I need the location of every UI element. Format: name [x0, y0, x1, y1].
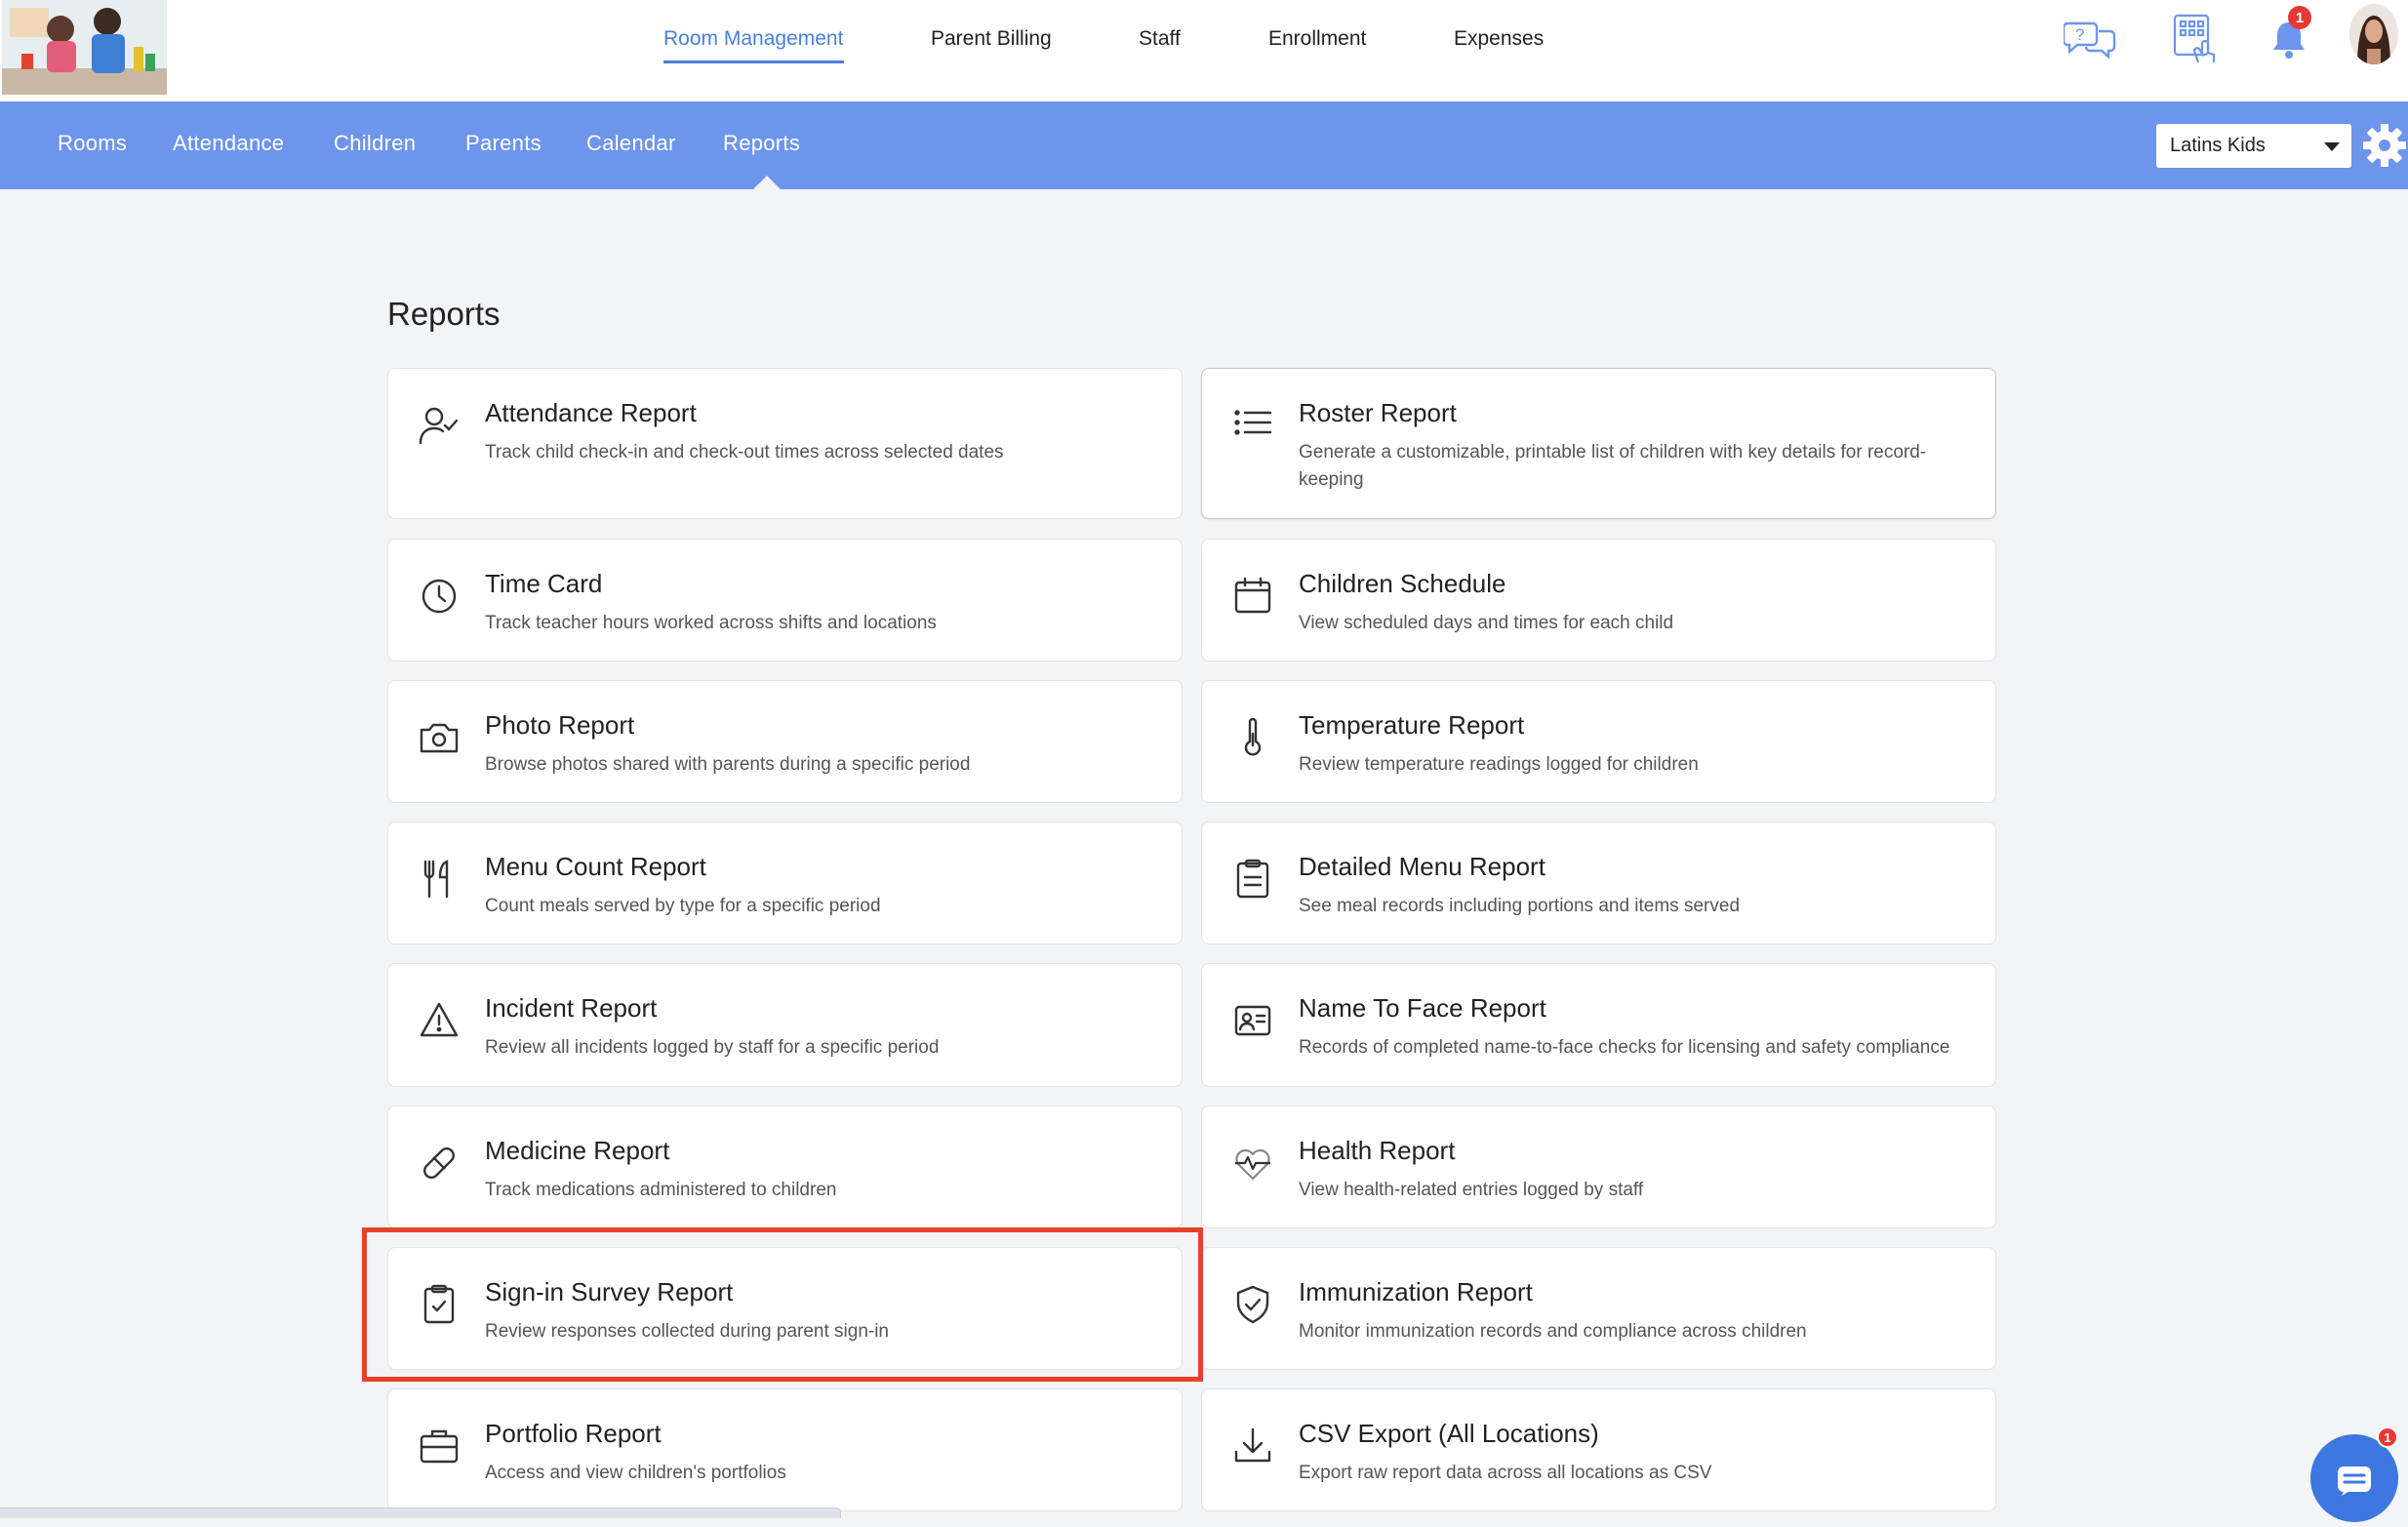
report-card-sign-in-survey[interactable]: Sign-in Survey Report Review responses c… [387, 1247, 1183, 1370]
report-card-medicine[interactable]: Medicine Report Track medications admini… [387, 1105, 1183, 1228]
nav-enrollment[interactable]: Enrollment [1268, 27, 1366, 51]
gear-icon[interactable] [2361, 122, 2408, 169]
clock-icon [418, 575, 461, 618]
report-card-roster[interactable]: Roster Report Generate a customizable, p… [1201, 368, 1996, 519]
report-title: Detailed Menu Report [1299, 852, 1545, 881]
warning-icon [418, 999, 461, 1042]
heartbeat-icon [1231, 1142, 1274, 1185]
report-card-portfolio[interactable]: Portfolio Report Access and view childre… [387, 1388, 1183, 1511]
subnav-children[interactable]: Children [334, 131, 416, 156]
report-description: Review temperature readings logged for c… [1299, 754, 1699, 775]
location-select[interactable]: Latins Kids [2156, 124, 2351, 168]
report-title: Incident Report [485, 993, 658, 1023]
clipboard-list-icon [1231, 858, 1274, 901]
report-title: Immunization Report [1299, 1277, 1533, 1306]
report-description: Review all incidents logged by staff for… [485, 1037, 940, 1058]
report-card-attendance[interactable]: Attendance Report Track child check-in a… [387, 368, 1183, 519]
report-description: Track child check-in and check-out times… [485, 442, 1004, 462]
nav-staff[interactable]: Staff [1139, 27, 1181, 51]
report-card-immunization[interactable]: Immunization Report Monitor immunization… [1201, 1247, 1996, 1370]
report-card-incident[interactable]: Incident Report Review all incidents log… [387, 963, 1183, 1087]
report-title: Menu Count Report [485, 852, 706, 881]
subnav-calendar[interactable]: Calendar [586, 131, 676, 156]
person-check-icon [418, 404, 461, 447]
report-description: Track teacher hours worked across shifts… [485, 613, 937, 633]
subnav-attendance[interactable]: Attendance [173, 131, 284, 156]
report-title: Medicine Report [485, 1136, 670, 1165]
report-description: Review responses collected during parent… [485, 1321, 890, 1342]
report-title: Children Schedule [1299, 569, 1506, 598]
report-description: Access and view children's portfolios [485, 1463, 786, 1483]
utensils-icon [418, 858, 461, 901]
pill-icon [418, 1142, 461, 1185]
id-card-icon [1231, 999, 1274, 1042]
report-title: Attendance Report [485, 398, 697, 427]
report-card-menu-count[interactable]: Menu Count Report Count meals served by … [387, 822, 1183, 944]
calendar-icon [1231, 575, 1274, 618]
report-description: Export raw report data across all locati… [1299, 1463, 1712, 1483]
report-card-detailed-menu[interactable]: Detailed Menu Report See meal records in… [1201, 822, 1996, 944]
download-icon [1231, 1425, 1274, 1467]
report-card-time-card[interactable]: Time Card Track teacher hours worked acr… [387, 539, 1183, 662]
report-title: Time Card [485, 569, 603, 598]
report-title: Health Report [1299, 1136, 1456, 1165]
company-logo[interactable] [2, 0, 167, 95]
report-title: CSV Export (All Locations) [1299, 1419, 1599, 1448]
report-description: Count meals served by type for a specifi… [485, 896, 881, 916]
nav-parent-billing[interactable]: Parent Billing [931, 27, 1052, 51]
nav-room-management[interactable]: Room Management [663, 27, 843, 51]
horizontal-scrollbar[interactable] [0, 1507, 841, 1518]
subnav-reports[interactable]: Reports [723, 131, 800, 156]
active-subnav-caret [753, 176, 781, 189]
clipboard-check-icon [418, 1283, 461, 1326]
user-avatar[interactable] [2349, 4, 2398, 64]
nav-expenses[interactable]: Expenses [1454, 27, 1544, 51]
report-title: Name To Face Report [1299, 993, 1546, 1023]
subnav-parents[interactable]: Parents [465, 131, 542, 156]
report-title: Roster Report [1299, 398, 1457, 427]
report-description: Browse photos shared with parents during… [485, 754, 971, 775]
chevron-down-icon [2324, 142, 2340, 151]
report-card-children-schedule[interactable]: Children Schedule View scheduled days an… [1201, 539, 1996, 662]
chat-badge: 1 [2377, 1427, 2398, 1448]
report-description: Track medications administered to childr… [485, 1180, 837, 1200]
svg-text:?: ? [2075, 25, 2084, 44]
help-chat-icon[interactable]: ? [2061, 10, 2119, 68]
subnav-rooms[interactable]: Rooms [58, 131, 127, 156]
list-icon [1231, 404, 1274, 447]
report-title: Sign-in Survey Report [485, 1277, 734, 1306]
report-title: Temperature Report [1299, 710, 1525, 740]
report-card-name-to-face[interactable]: Name To Face Report Records of completed… [1201, 963, 1996, 1087]
shield-check-icon [1231, 1283, 1274, 1326]
report-card-csv-export[interactable]: CSV Export (All Locations) Export raw re… [1201, 1388, 1996, 1511]
active-nav-underline [663, 60, 844, 63]
report-title: Photo Report [485, 710, 635, 740]
report-description: View scheduled days and times for each c… [1299, 613, 1674, 633]
page-title: Reports [387, 296, 501, 332]
report-description: Records of completed name-to-face checks… [1299, 1037, 1950, 1058]
location-select-value: Latins Kids [2170, 135, 2266, 156]
report-card-health[interactable]: Health Report View health-related entrie… [1201, 1105, 1996, 1228]
report-description: See meal records including portions and … [1299, 896, 1741, 916]
report-description: Generate a customizable, printable list … [1299, 442, 1927, 490]
thermometer-icon [1231, 716, 1274, 759]
kiosk-icon[interactable] [2166, 10, 2225, 68]
camera-icon [418, 716, 461, 759]
report-description: View health-related entries logged by st… [1299, 1180, 1644, 1200]
report-title: Portfolio Report [485, 1419, 662, 1448]
report-card-photo[interactable]: Photo Report Browse photos shared with p… [387, 680, 1183, 803]
report-description: Monitor immunization records and complia… [1299, 1321, 1807, 1342]
top-bar: Room Management Parent Billing Staff Enr… [0, 0, 2408, 101]
notification-badge: 1 [2288, 6, 2311, 29]
briefcase-icon [418, 1425, 461, 1467]
report-card-temperature[interactable]: Temperature Report Review temperature re… [1201, 680, 1996, 803]
